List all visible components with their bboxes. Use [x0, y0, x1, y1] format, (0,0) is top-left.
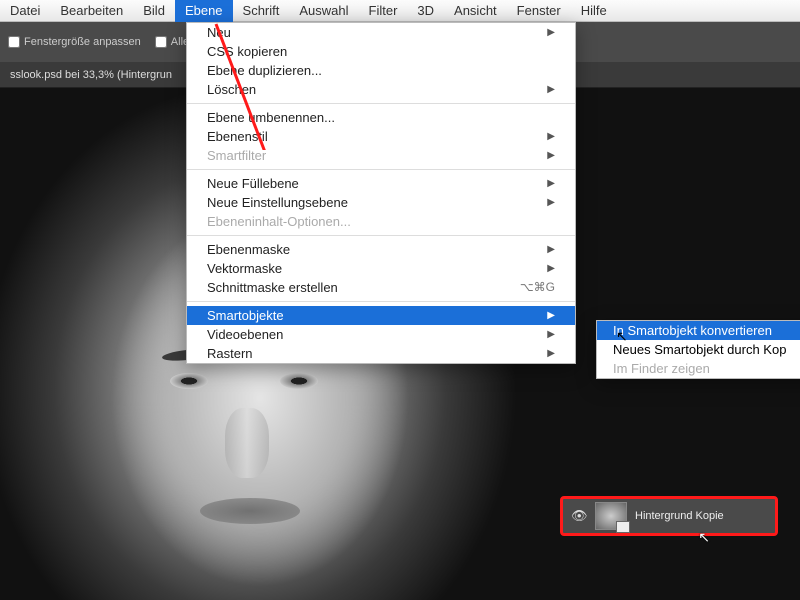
submenu-arrow-icon: ▶ [547, 306, 555, 325]
menu-item[interactable]: Smartobjekte ▶ [187, 306, 575, 325]
document-tab-label: sslook.psd bei 33,3% (Hintergrun [10, 69, 172, 81]
separator [187, 235, 575, 236]
menu-filter[interactable]: Filter [359, 0, 408, 22]
submenu-arrow-icon: ▶ [547, 174, 555, 193]
submenu-item-label: Neues Smartobjekt durch Kop [613, 340, 786, 359]
submenu-arrow-icon: ▶ [547, 127, 555, 146]
menu-item[interactable]: Videoebenen ▶ [187, 325, 575, 344]
menu-ebene[interactable]: Ebene [175, 0, 233, 22]
menu-item[interactable]: Neu ▶ [187, 23, 575, 42]
menu-item-label: Ebenenmaske [207, 240, 290, 259]
menu-item[interactable]: Neue Einstellungsebene ▶ [187, 193, 575, 212]
submenu-arrow-icon: ▶ [547, 146, 555, 165]
submenu-arrow-icon: ▶ [547, 344, 555, 363]
submenu-arrow-icon: ▶ [547, 80, 555, 99]
menu-item-label: Neue Einstellungsebene [207, 193, 348, 212]
menu-item-label: CSS kopieren [207, 42, 287, 61]
menu-item[interactable]: Ebenenmaske ▶ [187, 240, 575, 259]
menu-datei[interactable]: Datei [0, 0, 50, 22]
submenu-item-label: In Smartobjekt konvertieren [613, 321, 772, 340]
menu-item-label: Löschen [207, 80, 256, 99]
menu-item[interactable]: Neue Füllebene ▶ [187, 174, 575, 193]
layer-name[interactable]: Hintergrund Kopie [635, 510, 724, 522]
menu-auswahl[interactable]: Auswahl [289, 0, 358, 22]
menu-item[interactable]: CSS kopieren [187, 42, 575, 61]
ebene-menu[interactable]: Neu ▶ CSS kopierenEbene duplizieren...Lösc… [186, 22, 576, 364]
fit-window-label: Fenstergröße anpassen [24, 36, 141, 48]
menu-item-label: Smartfilter [207, 146, 266, 165]
menu-item[interactable]: Vektormaske ▶ [187, 259, 575, 278]
menubar[interactable]: DateiBearbeitenBildEbeneSchriftAuswahlFi… [0, 0, 800, 22]
menu-item-label: Ebene duplizieren... [207, 61, 322, 80]
menu-item-label: Schnittmaske erstellen [207, 278, 338, 297]
menu-item-label: Vektormaske [207, 259, 282, 278]
submenu-arrow-icon: ▶ [547, 193, 555, 212]
menu-item[interactable]: Rastern ▶ [187, 344, 575, 363]
submenu-item-label: Im Finder zeigen [613, 359, 710, 378]
layer-panel-row[interactable]: 👁 Hintergrund Kopie [560, 496, 778, 536]
separator [187, 169, 575, 170]
menu-item-label: Ebeneninhalt-Optionen... [207, 212, 351, 231]
menu-item: Smartfilter ▶ [187, 146, 575, 165]
menu-schrift[interactable]: Schrift [233, 0, 290, 22]
submenu-arrow-icon: ▶ [547, 325, 555, 344]
submenu-arrow-icon: ▶ [547, 259, 555, 278]
submenu-item: Im Finder zeigen [597, 359, 800, 378]
eye-shape [170, 373, 208, 389]
eye-shape [280, 373, 318, 389]
all-windows-checkbox[interactable] [155, 36, 167, 48]
menu-item-label: Rastern [207, 344, 253, 363]
submenu-arrow-icon: ▶ [547, 23, 555, 42]
submenu-arrow-icon: ▶ [547, 240, 555, 259]
cursor-icon: ↖ [698, 529, 710, 546]
mouth-shape [200, 498, 300, 524]
menu-item[interactable]: Löschen ▶ [187, 80, 575, 99]
menu-item[interactable]: Ebene duplizieren... [187, 61, 575, 80]
menu-bearbeiten[interactable]: Bearbeiten [50, 0, 133, 22]
fit-window-option[interactable]: Fenstergröße anpassen [8, 36, 141, 48]
menu-bild[interactable]: Bild [133, 0, 175, 22]
menu-item-label: Neu [207, 23, 231, 42]
separator [187, 103, 575, 104]
menu-hilfe[interactable]: Hilfe [571, 0, 617, 22]
nose-shape [225, 408, 269, 478]
menu-item-label: Smartobjekte [207, 306, 284, 325]
layer-thumbnail[interactable] [595, 502, 627, 530]
menu-item-label: Ebenenstil [207, 127, 268, 146]
menu-item: Ebeneninhalt-Optionen... [187, 212, 575, 231]
menu-ansicht[interactable]: Ansicht [444, 0, 507, 22]
menu-item[interactable]: Ebene umbenennen... [187, 108, 575, 127]
fit-window-checkbox[interactable] [8, 36, 20, 48]
menu-item[interactable]: Ebenenstil ▶ [187, 127, 575, 146]
visibility-icon[interactable]: 👁 [571, 508, 587, 524]
menu-item-label: Ebene umbenennen... [207, 108, 335, 127]
menu-item[interactable]: Schnittmaske erstellen ⌥⌘G [187, 278, 575, 297]
shortcut-label: ⌥⌘G [520, 278, 555, 297]
menu-item-label: Neue Füllebene [207, 174, 299, 193]
menu-item-label: Videoebenen [207, 325, 283, 344]
menu-fenster[interactable]: Fenster [507, 0, 571, 22]
menu-3d[interactable]: 3D [407, 0, 444, 22]
cursor-icon: ↖ [616, 328, 628, 345]
separator [187, 301, 575, 302]
